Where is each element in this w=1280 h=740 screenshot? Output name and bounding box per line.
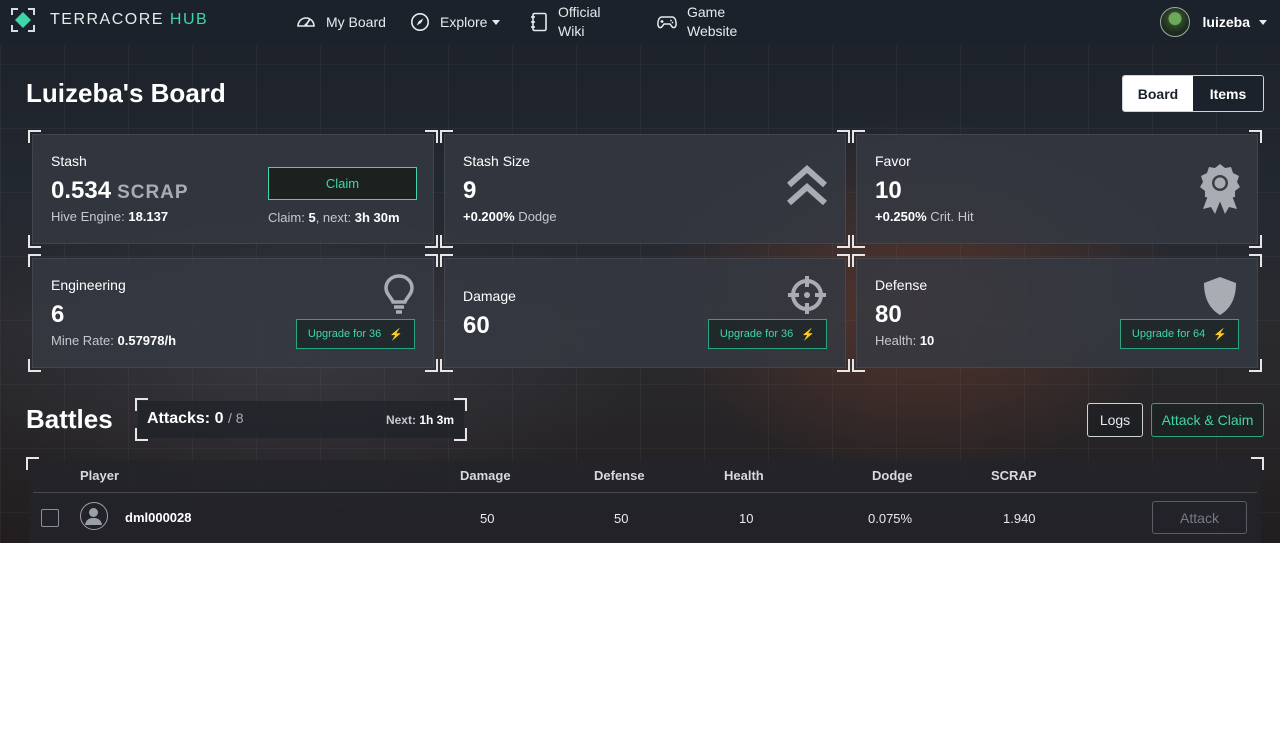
bolt-icon: ⚡	[389, 328, 403, 341]
journal-icon	[531, 12, 547, 32]
gamepad-icon	[657, 16, 677, 29]
view-toggle: Board Items	[1122, 75, 1264, 112]
tab-items[interactable]: Items	[1193, 76, 1263, 111]
hive-engine-balance: Hive Engine: 18.137	[51, 209, 169, 224]
engineering-label: Engineering	[51, 277, 126, 293]
stash-size-card: Stash Size 9 +0.200% Dodge	[440, 130, 850, 248]
chevrons-up-icon	[787, 164, 827, 206]
column-header-scrap: SCRAP	[991, 468, 1037, 483]
column-header-damage: Damage	[460, 468, 511, 483]
nav-my-board[interactable]: My Board	[296, 0, 386, 44]
nav-game-website[interactable]: Game Website	[657, 0, 747, 44]
upgrade-damage-button[interactable]: Upgrade for 36 ⚡	[707, 319, 827, 349]
stash-size-value: 9	[463, 177, 477, 204]
stash-value: 0.534 SCRAP	[51, 177, 189, 204]
nav-my-board-label: My Board	[326, 13, 386, 30]
bolt-icon: ⚡	[1213, 328, 1227, 341]
defense-value: 80	[875, 301, 902, 328]
nav-explore[interactable]: Explore	[410, 0, 501, 44]
favor-value: 10	[875, 177, 902, 204]
player-avatar	[80, 502, 108, 530]
caret-down-icon	[1259, 20, 1267, 25]
player-dodge: 0.075%	[868, 511, 913, 526]
nav-game-website-label: Game Website	[687, 4, 738, 39]
compass-icon	[411, 13, 429, 31]
attack-player-button[interactable]: Attack	[1152, 501, 1247, 534]
page-title: Luizeba's Board	[26, 78, 226, 108]
user-menu[interactable]: luizeba	[1159, 5, 1268, 39]
engineering-card: Engineering 6 Mine Rate: 0.57978/h Upgra…	[28, 254, 438, 372]
column-header-health: Health	[724, 468, 764, 483]
nav-explore-label: Explore	[440, 13, 488, 30]
caret-down-icon	[492, 20, 501, 25]
defense-label: Defense	[875, 277, 928, 293]
upgrade-engineering-button[interactable]: Upgrade for 36 ⚡	[295, 319, 415, 349]
nav-official-wiki-label: Official Wiki	[558, 4, 601, 39]
favor-card: Favor 10 +0.250% Crit. Hit	[852, 130, 1262, 248]
bolt-icon: ⚡	[801, 328, 815, 341]
user-silhouette-icon	[85, 508, 102, 525]
user-avatar	[1159, 7, 1190, 37]
column-header-dodge: Dodge	[872, 468, 913, 483]
favor-label: Favor	[875, 153, 911, 169]
stash-card: Stash 0.534 SCRAP Hive Engine: 18.137 Cla…	[28, 130, 438, 248]
health-stat: Health: 10	[875, 333, 935, 348]
column-header-player: Player	[80, 468, 120, 483]
nav-official-wiki[interactable]: Official Wiki	[530, 0, 618, 44]
next-attack-timer: Next: 1h 3m	[385, 413, 454, 427]
stash-label: Stash	[51, 153, 87, 169]
mine-rate: Mine Rate: 0.57978/h	[51, 333, 177, 348]
top-nav: TERRACORE HUB My Board Explore Official …	[0, 0, 1280, 44]
stash-size-bonus: +0.200% Dodge	[463, 209, 557, 224]
damage-value: 60	[463, 312, 490, 339]
claim-info: Claim: 5, next: 3h 30m	[268, 210, 400, 225]
speedometer-icon	[297, 17, 315, 27]
column-header-defense: Defense	[594, 468, 645, 483]
player-name[interactable]: dml000028	[125, 510, 192, 525]
defense-card: Defense 80 Health: 10 Upgrade for 64 ⚡	[852, 254, 1262, 372]
crosshair-icon	[788, 276, 826, 314]
user-name: luizeba	[1202, 14, 1250, 30]
attacks-counter: Attacks: 0 / 8 Next: 1h 3m	[135, 398, 467, 441]
award-badge-icon	[1200, 164, 1240, 214]
logs-button[interactable]: Logs	[1087, 403, 1143, 437]
damage-card: Damage 60 Upgrade for 36 ⚡	[440, 254, 850, 372]
damage-label: Damage	[463, 288, 516, 304]
stash-size-label: Stash Size	[463, 153, 530, 169]
app-root: TERRACORE HUB My Board Explore Official …	[0, 0, 1280, 543]
stash-unit: SCRAP	[117, 182, 189, 203]
attacks-count: Attacks: 0 / 8	[147, 410, 244, 427]
engineering-value: 6	[51, 301, 65, 328]
lightbulb-icon	[384, 274, 414, 314]
brand-name: TERRACORE HUB	[50, 11, 209, 28]
player-scrap: 1.940	[1003, 511, 1036, 526]
player-defense: 50	[614, 511, 629, 526]
terracore-logo-icon	[11, 8, 35, 32]
battles-title: Battles	[26, 404, 113, 434]
favor-bonus: +0.250% Crit. Hit	[875, 209, 974, 224]
upgrade-defense-button[interactable]: Upgrade for 64 ⚡	[1119, 319, 1239, 349]
battles-table: Player Damage Defense Health Dodge SCRAP…	[26, 457, 1264, 543]
row-select-checkbox[interactable]	[41, 509, 59, 527]
attack-claim-button[interactable]: Attack & Claim	[1151, 403, 1264, 437]
player-health: 10	[739, 511, 754, 526]
brand[interactable]: TERRACORE HUB	[10, 7, 208, 33]
player-damage: 50	[480, 511, 495, 526]
shield-icon	[1204, 277, 1236, 315]
claim-button[interactable]: Claim	[268, 167, 417, 200]
tab-board[interactable]: Board	[1123, 76, 1193, 111]
header-divider	[33, 492, 1257, 493]
